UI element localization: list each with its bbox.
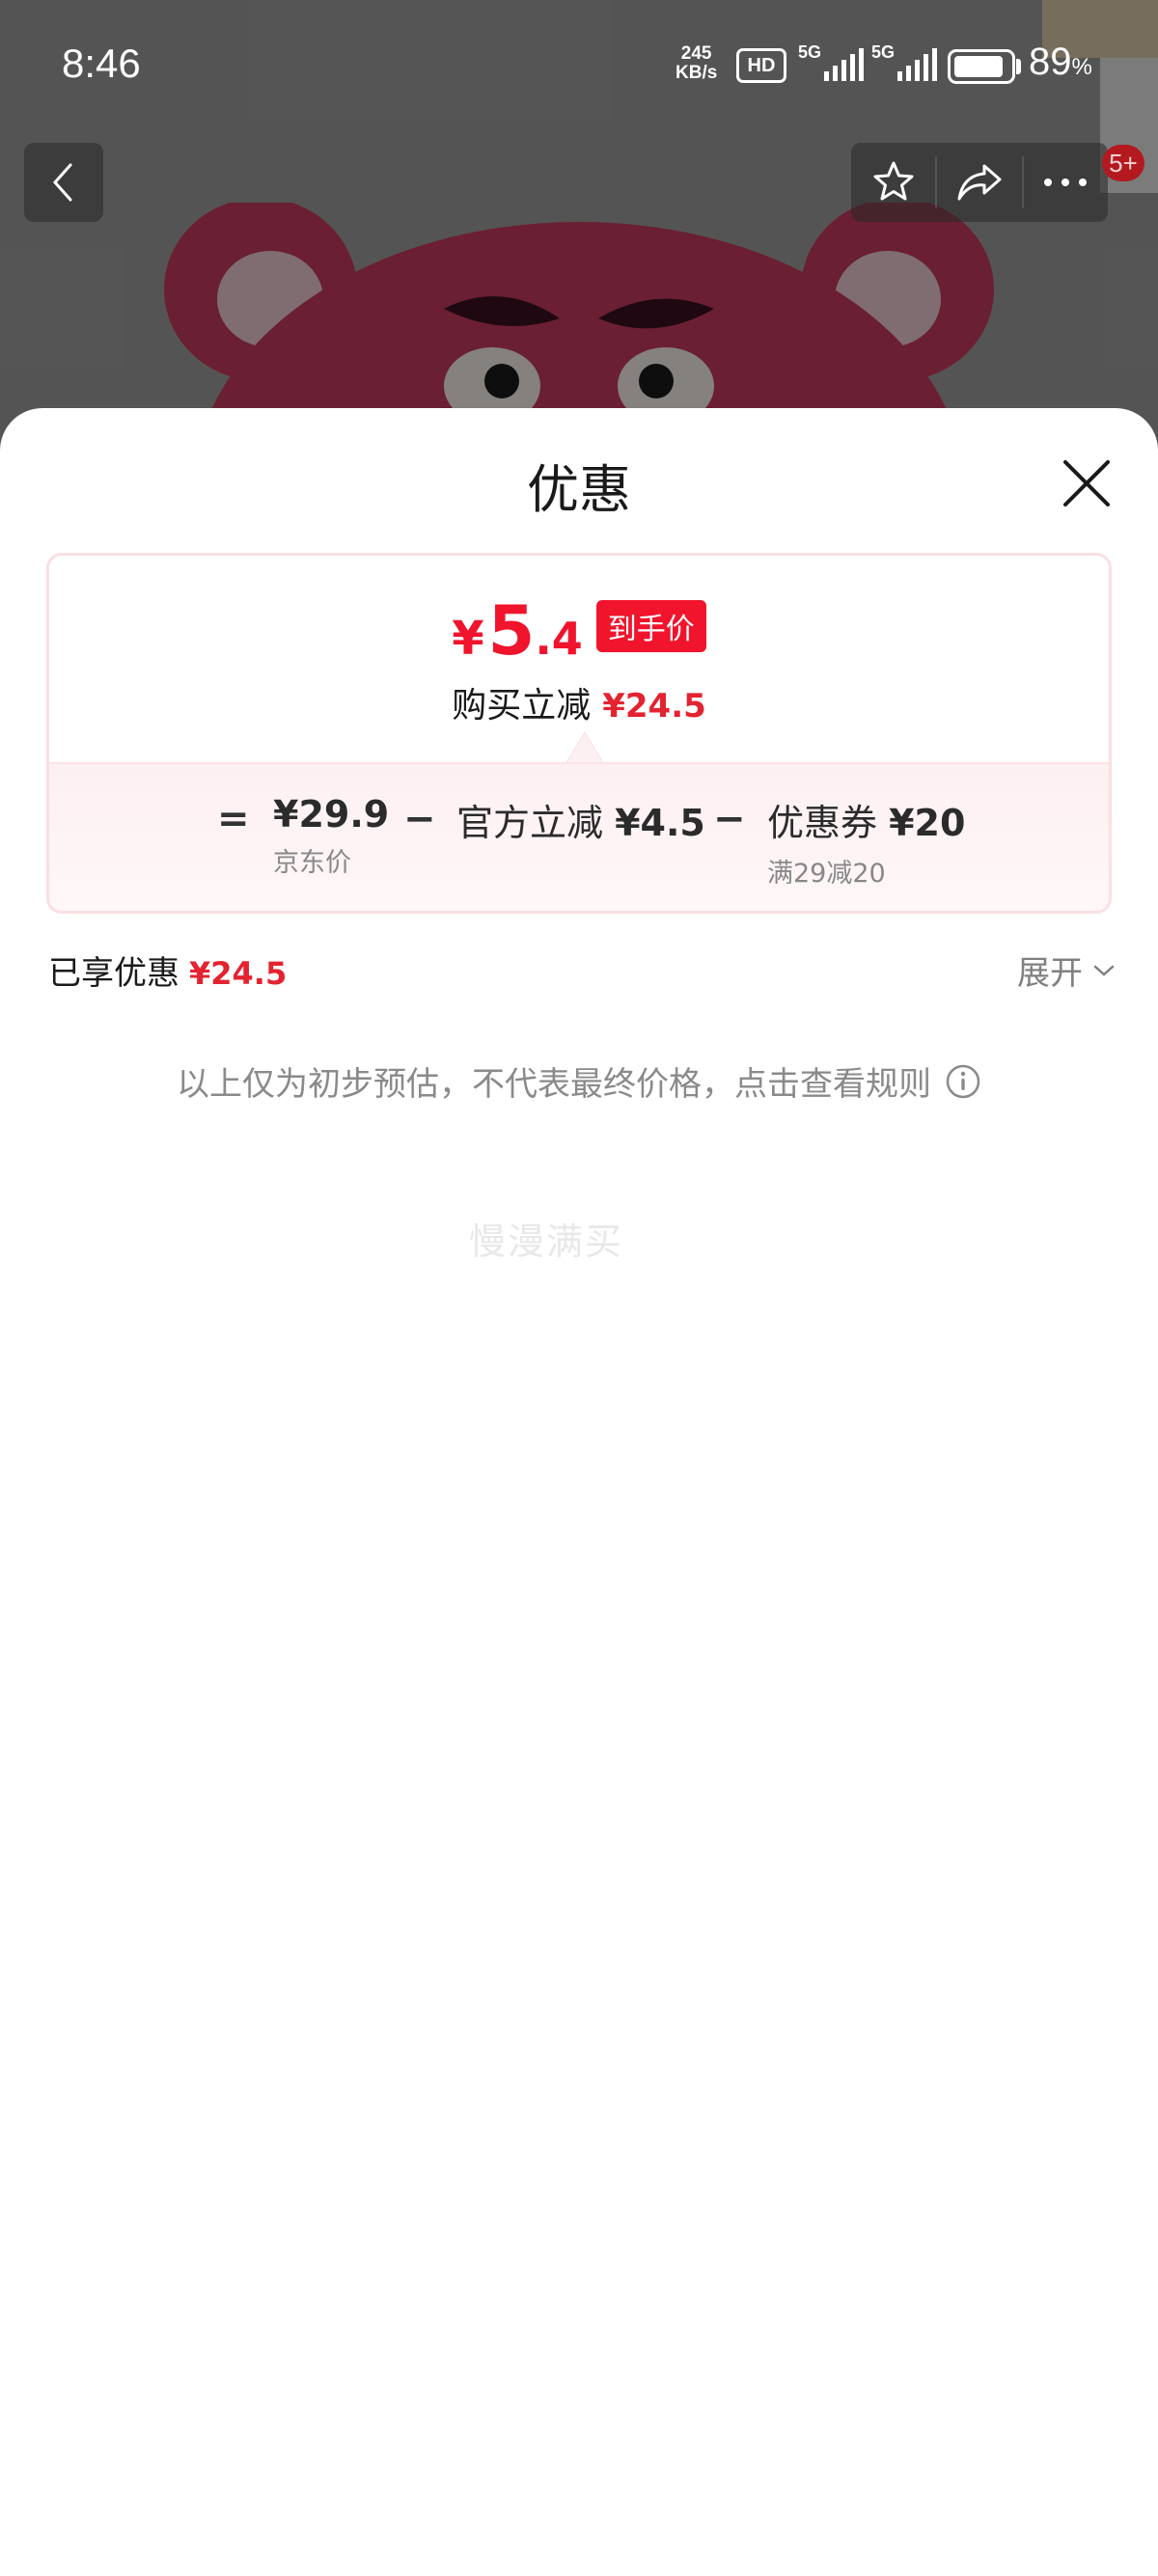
official-discount-label: 官方立减 [456,802,604,844]
battery-percent: 89% [1029,41,1092,83]
discount-sheet: 优惠 ¥ 5 .4 到手价 购买立减 ¥24.5 = ¥29.9 京东价 − 官… [0,408,1158,2576]
price-breakdown-card: ¥ 5 .4 到手价 购买立减 ¥24.5 = ¥29.9 京东价 − 官方立减… [46,553,1112,914]
price-formula: = ¥29.9 京东价 − 官方立减 ¥4.5 − 优惠券 ¥20 满29减20 [49,787,1109,893]
jd-price-item: ¥29.9 京东价 [273,793,389,879]
jd-price-label: 京东价 [273,848,351,878]
instant-save-label: 购买立减 [452,686,592,726]
coupon-amount: ¥20 [889,802,966,844]
share-button[interactable] [937,143,1021,222]
official-discount-item: 官方立减 ¥4.5 [456,793,705,846]
network-speed: 245 KB/s [676,43,718,83]
top-action-group [851,143,1108,222]
enjoyed-discount-label: 已享优惠 [48,954,179,993]
share-icon [957,164,1002,201]
instant-save-row: 购买立减 ¥24.5 [49,677,1109,727]
official-discount-amount: ¥4.5 [615,802,705,844]
more-icon [1044,178,1088,186]
coupon-item: 优惠券 ¥20 满29减20 [767,793,965,890]
signal-icon [897,48,937,81]
enjoyed-discount-amount: ¥24.5 [189,955,288,992]
equals-sign: = [217,797,250,841]
battery-icon [948,49,1015,84]
minus-sign: − [713,797,746,841]
final-price-tag: 到手价 [595,600,706,652]
chevron-down-icon [1093,965,1115,976]
signal-icon [824,48,864,81]
star-icon [873,161,914,201]
expand-label: 展开 [1017,954,1083,993]
back-button[interactable] [24,143,103,222]
price-formula-area: = ¥29.9 京东价 − 官方立减 ¥4.5 − 优惠券 ¥20 满29减20 [49,762,1109,911]
signal-label-1: 5G [798,42,822,62]
favorite-button[interactable] [851,143,935,222]
notification-badge: 5+ [1102,145,1144,181]
coupon-label: 优惠券 [767,802,878,844]
final-price-row: ¥ 5 .4 到手价 [49,596,1109,666]
instant-save-amount: ¥24.5 [602,687,706,726]
signal-label-2: 5G [871,42,896,62]
jd-price-amount: ¥29.9 [273,793,390,836]
status-time: 8:46 [62,41,141,86]
battery-level [954,56,1003,77]
status-bar: 8:46 245 KB/s HD 5G 5G 89% [0,0,1158,125]
info-icon [946,1064,980,1098]
close-icon[interactable] [1058,454,1116,512]
final-price: ¥ 5 .4 [452,591,583,671]
more-button[interactable] [1024,143,1108,222]
watermark-text: 慢漫满买 [469,1220,624,1263]
chevron-left-icon [52,163,72,202]
expand-button[interactable]: 展开 [1017,946,1116,994]
coupon-condition: 满29减20 [767,859,886,889]
disclaimer-text: 以上仅为初步预估，不代表最终价格，点击查看规则 [177,1065,931,1104]
rules-disclaimer-link[interactable]: 以上仅为初步预估，不代表最终价格，点击查看规则 [0,1057,1158,1105]
enjoyed-discount-row: 已享优惠 ¥24.5 [48,946,287,994]
minus-sign: − [403,797,436,841]
hd-icon: HD [736,48,786,83]
sheet-title: 优惠 [527,459,631,520]
